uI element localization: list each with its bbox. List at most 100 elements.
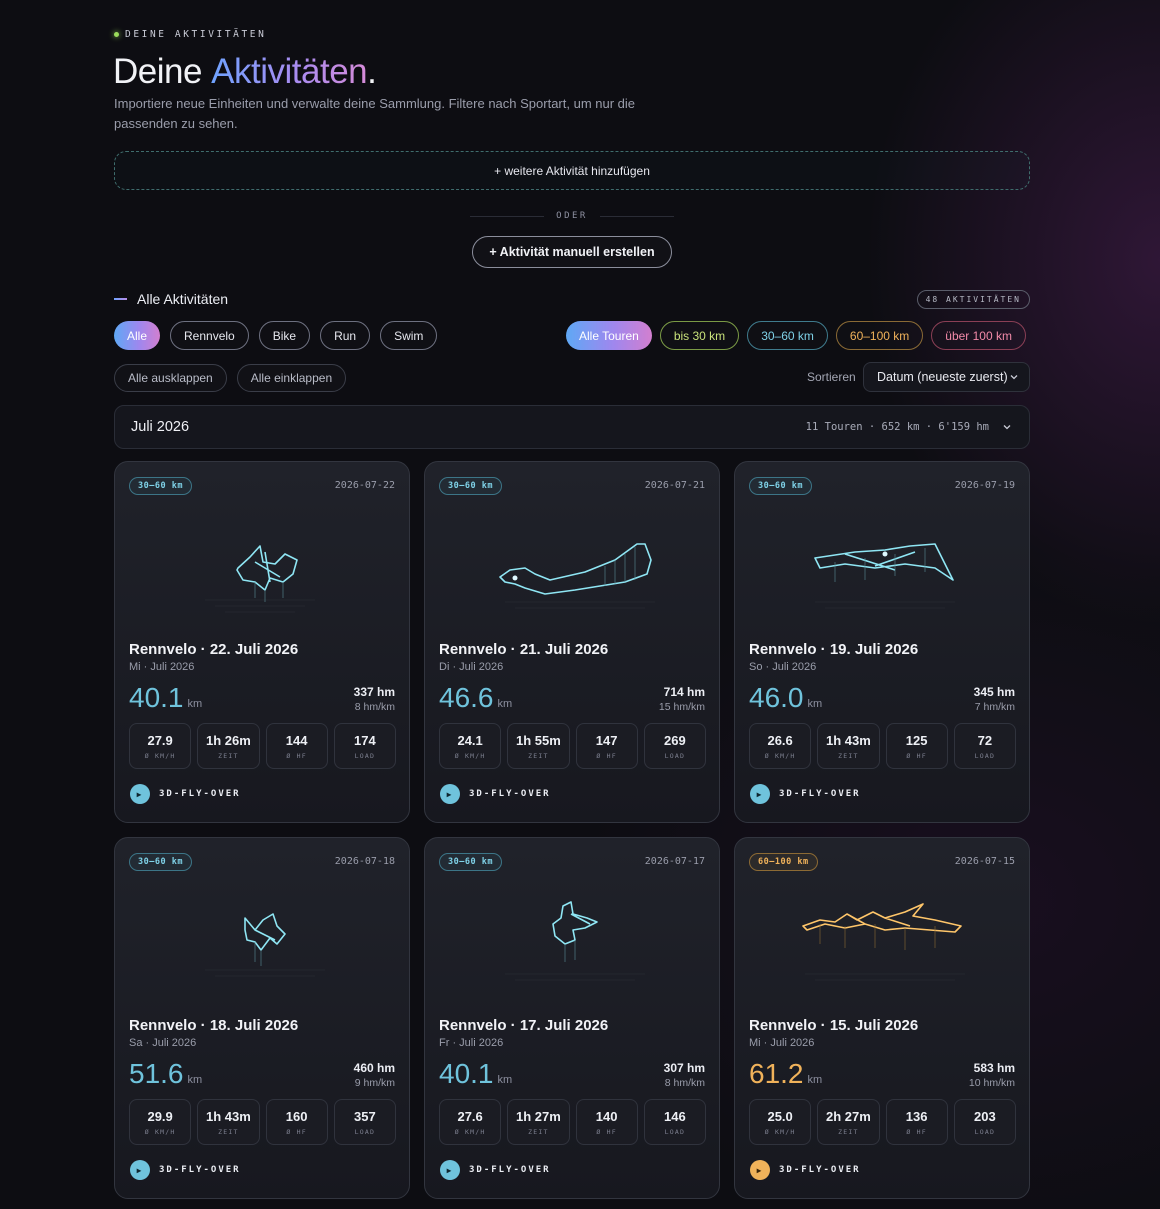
page-title: Deine Aktivitäten. xyxy=(113,52,377,92)
distance-tag: 30–60 km xyxy=(749,477,812,495)
route-3d-preview xyxy=(205,913,325,977)
stat-label: LOAD xyxy=(354,751,376,760)
sport-filter-bike[interactable]: Bike xyxy=(258,321,311,350)
distance-filter-group: Alle Touren bis 30 km 30–60 km 60–100 km… xyxy=(566,321,1026,350)
distance-tag: 60–100 km xyxy=(749,853,818,871)
distance-value: 40.1 xyxy=(129,682,184,713)
stat-row: 29.9 Ø KM/H 1h 43m ZEIT 160 Ø HF 357 LOAD xyxy=(129,1099,396,1145)
play-icon: ▶ xyxy=(440,1160,460,1180)
sport-filter-run[interactable]: Run xyxy=(320,321,371,350)
kicker-text: DEINE AKTIVITÄTEN xyxy=(125,29,267,40)
activity-elevation: 583 hm 10 hm/km xyxy=(969,1061,1015,1089)
stat-time: 1h 55m ZEIT xyxy=(507,723,570,769)
flyover-button[interactable]: ▶ 3D-FLY-OVER xyxy=(440,784,551,804)
add-activity-dropzone[interactable]: + weitere Aktivität hinzufügen xyxy=(114,151,1030,190)
stat-label: ZEIT xyxy=(528,1127,549,1136)
stat-speed: 29.9 Ø KM/H xyxy=(129,1099,192,1145)
activity-distance: 40.1 km xyxy=(439,1058,512,1090)
play-icon: ▶ xyxy=(130,1160,150,1180)
stat-value: 1h 43m xyxy=(205,1108,251,1124)
flyover-button[interactable]: ▶ 3D-FLY-OVER xyxy=(750,1160,861,1180)
distance-filter-all[interactable]: Alle Touren xyxy=(566,321,652,350)
sport-filter-alle[interactable]: Alle xyxy=(114,321,161,350)
distance-tag: 30–60 km xyxy=(439,477,502,495)
create-manual-activity-button[interactable]: + Aktivität manuell erstellen xyxy=(472,236,672,268)
stat-label: Ø KM/H xyxy=(144,1127,176,1136)
stat-value: 136 xyxy=(905,1108,928,1124)
chevron-down-icon xyxy=(1010,375,1018,380)
stat-value: 72 xyxy=(977,732,993,748)
page-subtitle: Importiere neue Einheiten und verwalte d… xyxy=(114,96,636,131)
elevation-rate: 8 hm/km xyxy=(354,701,395,713)
distance-filter-under-30[interactable]: bis 30 km xyxy=(659,321,740,350)
distance-value: 40.1 xyxy=(439,1058,494,1089)
activity-card[interactable]: 30–60 km 2026-07-18 Rennvelo · 18. Juli … xyxy=(114,837,410,1199)
flyover-button[interactable]: ▶ 3D-FLY-OVER xyxy=(750,784,861,804)
activity-distance: 40.1 km xyxy=(129,682,202,714)
activity-date: 2026-07-21 xyxy=(644,480,705,491)
activity-card[interactable]: 30–60 km 2026-07-22 Rennvelo · 22. Juli … xyxy=(114,461,410,823)
distance-value: 46.6 xyxy=(439,682,494,713)
activity-date: 2026-07-15 xyxy=(954,856,1015,867)
stat-load: 357 LOAD xyxy=(333,1099,396,1145)
flyover-button[interactable]: ▶ 3D-FLY-OVER xyxy=(130,784,241,804)
expand-all-button[interactable]: Alle ausklappen xyxy=(114,364,227,392)
stat-label: Ø HF xyxy=(596,751,617,760)
activity-distance: 51.6 km xyxy=(129,1058,202,1090)
route-3d-preview xyxy=(499,543,655,609)
stat-heart-rate: 125 Ø HF xyxy=(885,723,948,769)
stat-label: LOAD xyxy=(664,751,686,760)
flyover-button[interactable]: ▶ 3D-FLY-OVER xyxy=(130,1160,241,1180)
distance-value: 61.2 xyxy=(749,1058,804,1089)
stat-value: 140 xyxy=(595,1108,618,1124)
activity-card[interactable]: 60–100 km 2026-07-15 Rennvelo · 15. Juli… xyxy=(734,837,1030,1199)
stat-value: 146 xyxy=(664,1108,686,1124)
activity-card[interactable]: 30–60 km 2026-07-19 Rennvelo · 19. Juli … xyxy=(734,461,1030,823)
stat-label: LOAD xyxy=(974,1127,996,1136)
flyover-label: 3D-FLY-OVER xyxy=(779,789,861,799)
stat-time: 1h 43m ZEIT xyxy=(197,1099,260,1145)
stat-load: 146 LOAD xyxy=(643,1099,706,1145)
distance-filter-30-60[interactable]: 30–60 km xyxy=(747,321,828,350)
play-icon: ▶ xyxy=(130,784,150,804)
stat-heart-rate: 144 Ø HF xyxy=(265,723,328,769)
stat-value: 29.9 xyxy=(147,1108,173,1124)
distance-filter-60-100[interactable]: 60–100 km xyxy=(835,321,924,350)
activity-title: Rennvelo · 22. Juli 2026 xyxy=(129,641,299,658)
stat-value: 357 xyxy=(354,1108,376,1124)
stat-value: 147 xyxy=(595,732,618,748)
sort-value: Datum (neueste zuerst) xyxy=(877,370,1008,384)
stat-value: 144 xyxy=(285,732,308,748)
sort-select[interactable]: Datum (neueste zuerst) xyxy=(863,362,1030,392)
stat-row: 24.1 Ø KM/H 1h 55m ZEIT 147 Ø HF 269 LOAD xyxy=(439,723,706,769)
stat-speed: 27.6 Ø KM/H xyxy=(439,1099,502,1145)
elevation-rate: 15 hm/km xyxy=(658,701,705,713)
sport-filter-swim[interactable]: Swim xyxy=(380,321,438,350)
chevron-down-icon[interactable] xyxy=(1001,421,1013,433)
activity-card[interactable]: 30–60 km 2026-07-21 Rennvelo · 21. Juli … xyxy=(424,461,720,823)
month-group-header[interactable]: Juli 2026 11 Touren · 652 km · 6'159 hm xyxy=(114,405,1030,449)
stat-row: 26.6 Ø KM/H 1h 43m ZEIT 125 Ø HF 72 LOAD xyxy=(749,723,1016,769)
distance-unit: km xyxy=(497,1074,513,1086)
elevation-value: 337 hm xyxy=(353,685,395,699)
elevation-rate: 8 hm/km xyxy=(664,1077,705,1089)
collapse-all-button[interactable]: Alle einklappen xyxy=(236,364,347,392)
stat-load: 174 LOAD xyxy=(333,723,396,769)
page-title-plain: Deine xyxy=(113,52,212,91)
elevation-rate: 9 hm/km xyxy=(354,1077,395,1089)
stat-time: 2h 27m ZEIT xyxy=(817,1099,880,1145)
stat-value: 26.6 xyxy=(767,732,793,748)
activity-card[interactable]: 30–60 km 2026-07-17 Rennvelo · 17. Juli … xyxy=(424,837,720,1199)
sport-filter-rennvelo[interactable]: Rennvelo xyxy=(170,321,249,350)
distance-tag: 30–60 km xyxy=(129,853,192,871)
stat-value: 269 xyxy=(664,732,686,748)
stat-label: ZEIT xyxy=(528,751,549,760)
stat-label: ZEIT xyxy=(218,751,239,760)
or-label: ODER xyxy=(556,211,588,221)
flyover-label: 3D-FLY-OVER xyxy=(159,1165,241,1175)
flyover-button[interactable]: ▶ 3D-FLY-OVER xyxy=(440,1160,551,1180)
stat-value: 125 xyxy=(905,732,928,748)
elevation-value: 460 hm xyxy=(353,1061,395,1075)
distance-filter-over-100[interactable]: über 100 km xyxy=(931,321,1026,350)
stat-value: 27.6 xyxy=(457,1108,483,1124)
